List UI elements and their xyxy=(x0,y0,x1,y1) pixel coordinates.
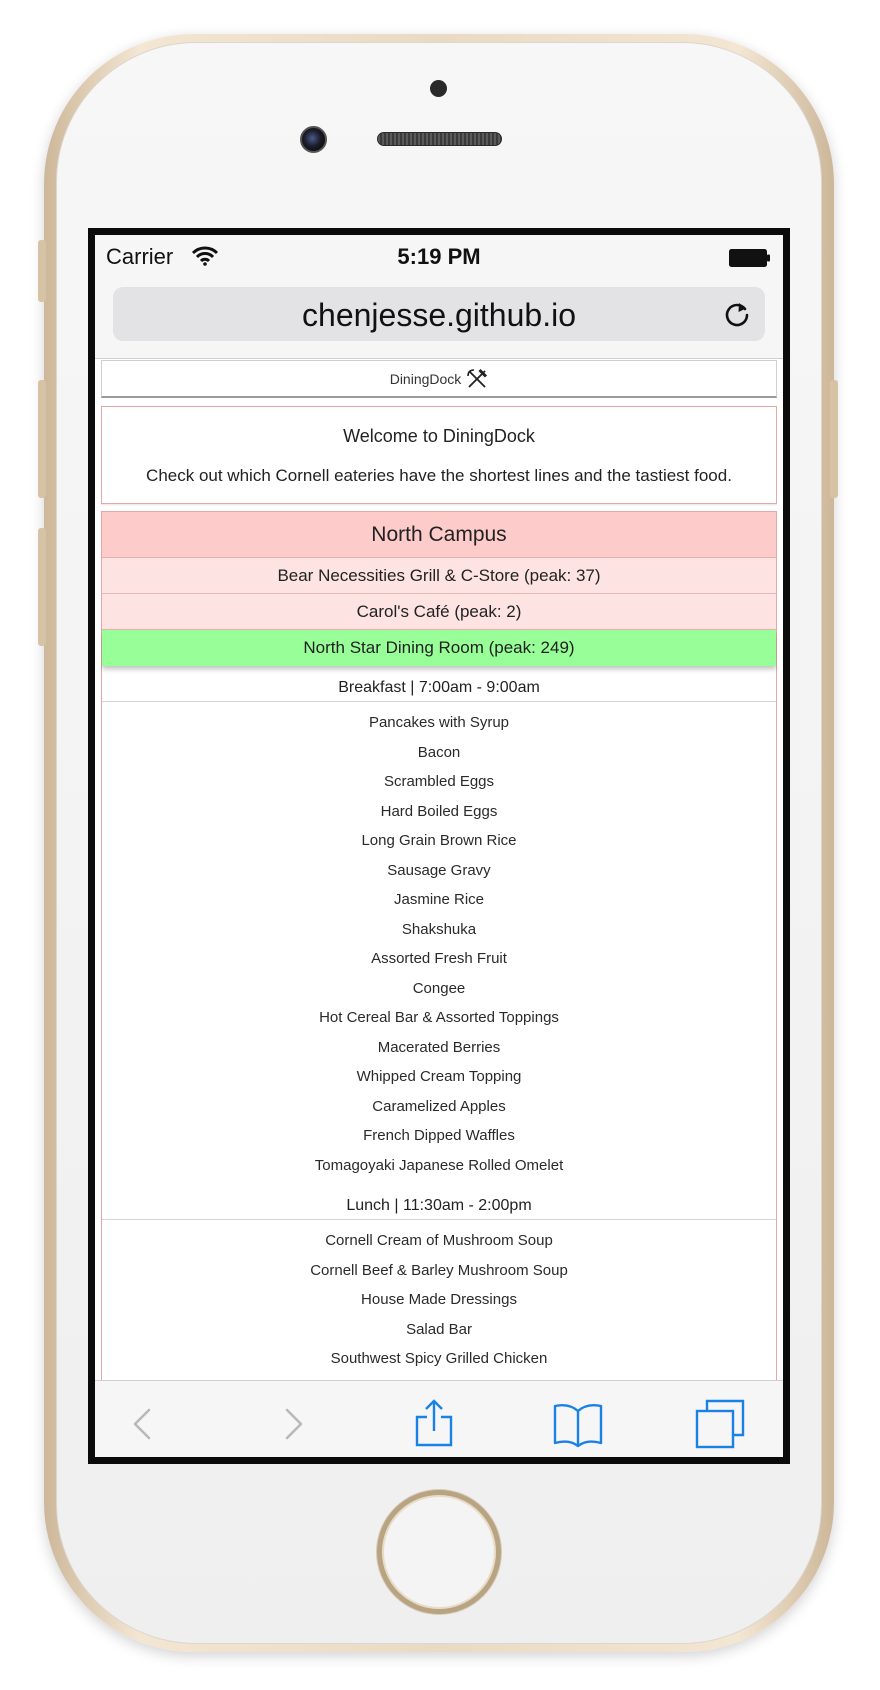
fork-knife-icon xyxy=(467,368,488,388)
menu-item: Cornell Cream of Mushroom Soup xyxy=(325,1232,553,1249)
menu-item: Sausage Gravy xyxy=(387,861,491,879)
campus-header[interactable]: North Campus xyxy=(102,512,776,558)
campus-panel: North Campus Bear Necessities Grill & C-… xyxy=(101,511,777,1380)
share-icon[interactable] xyxy=(407,1397,461,1451)
menu-item: Jasmine Rice xyxy=(393,891,485,908)
phone-screen: Carrier 5:19 PM chenjesse.github.io Dini… xyxy=(88,228,790,1464)
menu-item: Pancakes with Syrup xyxy=(368,714,510,731)
menu-item: Macerated Berries xyxy=(377,1038,501,1056)
front-camera-icon xyxy=(300,126,327,153)
reload-icon[interactable] xyxy=(723,300,751,328)
menu-item: Congee xyxy=(412,979,466,997)
meal-header-breakfast: Breakfast | 7:00am - 9:00am xyxy=(102,672,776,702)
battery-icon xyxy=(729,249,770,267)
web-content[interactable]: DiningDock Welcome to DiningDock Check o… xyxy=(101,360,777,1380)
tabs-icon[interactable] xyxy=(693,1397,747,1451)
address-bar[interactable]: chenjesse.github.io xyxy=(113,287,765,341)
menu-item: Caramelized Apples xyxy=(372,1097,506,1115)
volume-down-button xyxy=(38,528,46,646)
menu-item: Tomagoyaki Japanese Rolled Omelet xyxy=(314,1156,564,1174)
power-button xyxy=(830,380,838,498)
menu-item: Assorted Fresh Fruit xyxy=(371,950,507,967)
menu-item: Scrambled Eggs xyxy=(383,773,495,790)
eatery-item[interactable]: Bear Necessities Grill & C-Store (peak: … xyxy=(102,558,776,594)
chevron-left-icon[interactable] xyxy=(117,1397,171,1451)
menu-item: Salad Bar xyxy=(406,1320,472,1338)
url-text[interactable]: chenjesse.github.io xyxy=(113,297,765,334)
meal-header-lunch: Lunch | 11:30am - 2:00pm xyxy=(102,1190,776,1220)
breakfast-items: Pancakes with Syrup Bacon Scrambled Eggs Ha… xyxy=(102,702,776,1184)
menu-item: House Made Dressings xyxy=(361,1291,517,1308)
menu-item: Long Grain Brown Rice xyxy=(361,832,517,849)
menu-item: Whipped Cream Topping xyxy=(356,1068,522,1085)
menu-item: Hard Boiled Eggs xyxy=(380,802,498,820)
earpiece-speaker xyxy=(377,132,502,146)
welcome-text: Check out which Cornell eateries have th… xyxy=(146,466,732,485)
menu-item: Hot Cereal Bar & Assorted Toppings xyxy=(319,1009,559,1026)
menu-item: Southwest Spicy Grilled Chicken xyxy=(330,1350,548,1367)
mute-switch xyxy=(38,240,46,302)
proximity-sensor xyxy=(430,80,447,97)
menu-panel: Breakfast | 7:00am - 9:00am Pancakes wit… xyxy=(102,672,776,1380)
site-brand[interactable]: DiningDock xyxy=(390,371,462,387)
book-icon[interactable] xyxy=(551,1397,605,1451)
status-clock: 5:19 PM xyxy=(397,244,481,269)
browser-address-area: chenjesse.github.io xyxy=(95,279,783,359)
menu-item: Cornell Beef & Barley Mushroom Soup xyxy=(310,1261,568,1279)
site-navbar: DiningDock xyxy=(101,360,777,398)
menu-item: French Dipped Waffles xyxy=(363,1127,515,1144)
eatery-item[interactable]: Carol's Café (peak: 2) xyxy=(102,594,776,630)
menu-item: Shakshuka xyxy=(401,920,477,938)
welcome-panel: Welcome to DiningDock Check out which Co… xyxy=(101,406,777,504)
menu-item: Bacon xyxy=(417,743,461,761)
lunch-items: Cornell Cream of Mushroom Soup Cornell Be… xyxy=(102,1220,776,1380)
welcome-title: Welcome to DiningDock xyxy=(343,426,535,446)
eatery-item-selected[interactable]: North Star Dining Room (peak: 249) xyxy=(102,630,776,666)
volume-up-button xyxy=(38,380,46,498)
browser-toolbar xyxy=(95,1380,783,1457)
status-bar: Carrier 5:19 PM xyxy=(95,235,783,279)
chevron-right-icon[interactable] xyxy=(265,1397,319,1451)
home-button[interactable] xyxy=(377,1490,501,1614)
